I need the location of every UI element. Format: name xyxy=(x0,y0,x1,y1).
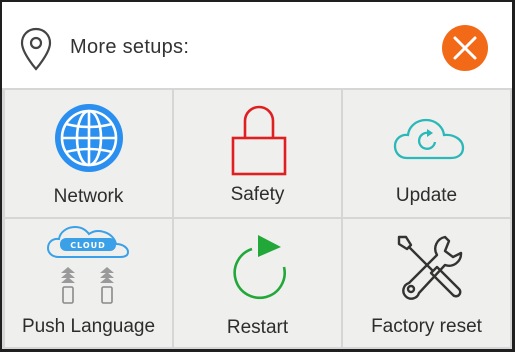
more-setups-dialog: More setups: Network Safety Update CLOUD… xyxy=(2,2,512,349)
safety-label: Safety xyxy=(230,184,285,205)
factory-reset-label: Factory reset xyxy=(371,316,482,337)
network-label: Network xyxy=(53,186,124,207)
close-button[interactable] xyxy=(442,25,488,71)
tools-icon xyxy=(397,235,463,300)
dialog-title: More setups: xyxy=(70,36,190,58)
update-label: Update xyxy=(395,185,458,206)
padlock-icon xyxy=(231,105,287,176)
setup-options-grid: Network Safety Update CLOUD Push Languag… xyxy=(2,88,512,349)
safety-tile[interactable]: Safety xyxy=(174,90,341,217)
update-tile[interactable]: Update xyxy=(343,90,510,217)
network-tile[interactable]: Network xyxy=(5,90,172,217)
cloud-sync-icon xyxy=(393,118,465,160)
dialog-header: More setups: xyxy=(2,2,512,88)
cloud-push-icon: CLOUD xyxy=(46,225,130,304)
cloud-icon-text: CLOUD xyxy=(70,241,106,250)
restart-icon xyxy=(233,235,286,300)
globe-icon xyxy=(55,104,123,172)
restart-label: Restart xyxy=(226,317,289,338)
close-icon xyxy=(453,36,477,60)
restart-tile[interactable]: Restart xyxy=(174,219,341,347)
push-language-label: Push Language xyxy=(21,316,156,337)
location-pin-icon xyxy=(20,27,52,71)
factory-reset-tile[interactable]: Factory reset xyxy=(343,219,510,347)
push-language-tile[interactable]: CLOUD Push Language xyxy=(5,219,172,347)
